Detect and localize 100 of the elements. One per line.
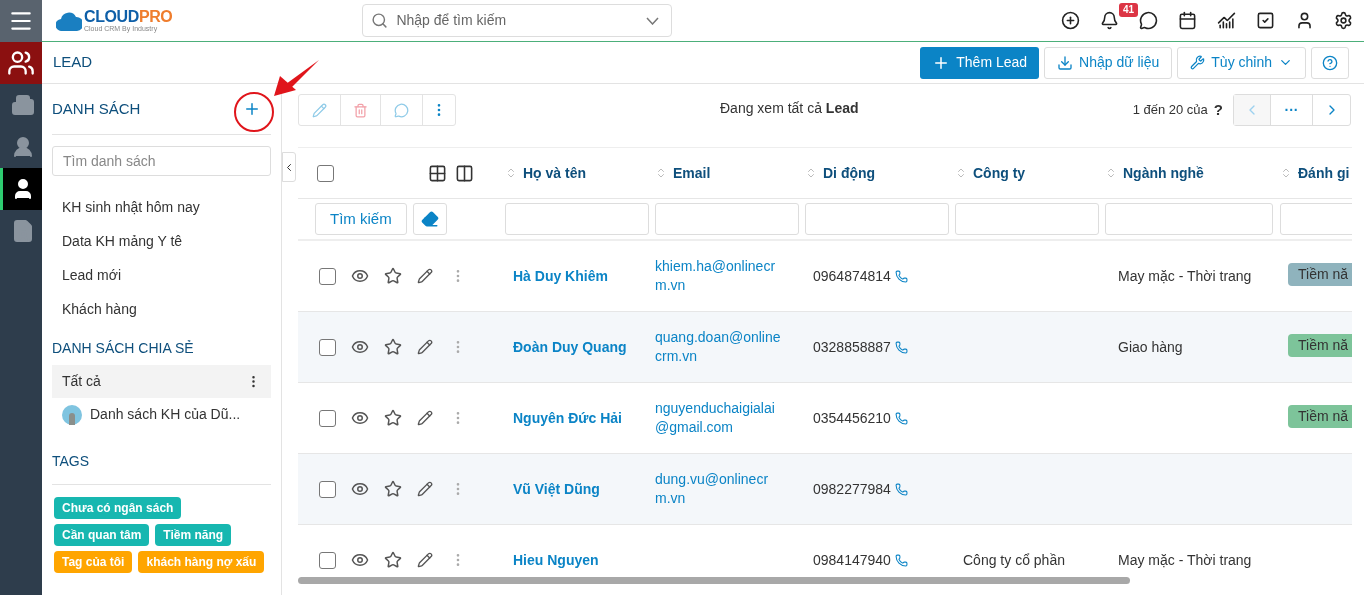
circle-annotation: [233, 91, 275, 133]
help-icon: [1322, 54, 1338, 71]
column-header[interactable]: Đánh gi: [1280, 162, 1352, 184]
filter-field[interactable]: [955, 203, 1099, 235]
column-header[interactable]: Email: [655, 162, 805, 184]
columns-icon[interactable]: [455, 163, 474, 183]
search-field[interactable]: Nhập để tìm kiếm: [396, 10, 639, 31]
logo-text: CLOUDPRO: [84, 9, 173, 25]
edit-icon[interactable]: [417, 481, 433, 497]
pencil-icon: [312, 102, 327, 118]
arrow-annotation: [272, 58, 322, 98]
viewing-label: Đang xem tất cả Lead: [720, 98, 859, 118]
cloud-icon: [56, 10, 82, 31]
view-icon[interactable]: [351, 267, 369, 285]
industry: May mặc - Thời trang: [1118, 551, 1252, 568]
add-icon: [1060, 11, 1080, 30]
star-icon[interactable]: [384, 409, 402, 427]
tag[interactable]: Chưa có ngân sách: [54, 497, 182, 519]
shared-list-item[interactable]: Tất cả: [52, 365, 271, 398]
phone-icon[interactable]: [894, 269, 908, 283]
tag[interactable]: Tiềm năng: [155, 524, 232, 546]
help-button[interactable]: [1311, 46, 1349, 79]
column-header[interactable]: Công ty: [955, 162, 1105, 184]
edit-icon[interactable]: [417, 552, 433, 568]
company-name: Công ty cổ phần: [963, 551, 1065, 568]
phone-icon[interactable]: [894, 482, 908, 496]
column-header[interactable]: Họ và tên: [505, 162, 655, 184]
phone-icon[interactable]: [894, 553, 908, 567]
list-item[interactable]: KH sinh nhật hôm nay: [52, 190, 271, 224]
checkbox-icon: [1255, 11, 1275, 30]
download-icon: [1057, 54, 1074, 71]
phone-number: 0328858887: [813, 337, 891, 357]
people-icon: [7, 49, 35, 77]
email-link[interactable]: khiem.ha@onlinecrm.vn: [655, 257, 781, 295]
chat-button[interactable]: [1137, 9, 1159, 32]
column-header[interactable]: Ngành nghề: [1105, 162, 1280, 184]
checkbox[interactable]: [319, 551, 336, 569]
menu-button[interactable]: [0, 0, 42, 42]
lead-name-link[interactable]: Vũ Việt Dũng: [513, 480, 600, 497]
filter-field[interactable]: [805, 203, 949, 235]
chat-icon: [1138, 11, 1158, 30]
rating-badge: Tiềm nă: [1288, 262, 1352, 286]
email-link[interactable]: nguyenduchaigialai@gmail.com: [655, 399, 781, 437]
column-header[interactable]: Di động: [805, 162, 955, 184]
rail-item[interactable]: [0, 168, 42, 210]
phone-icon[interactable]: [894, 340, 908, 354]
tag[interactable]: Cần quan tâm: [54, 524, 150, 546]
chevron-down-icon: [646, 16, 660, 25]
lead-name-link[interactable]: Đoàn Duy Quang: [513, 338, 627, 355]
phone-number: 0984147940: [813, 550, 891, 570]
search-icon: [371, 12, 389, 29]
industry: May mặc - Thời trang: [1118, 267, 1252, 284]
edit-icon[interactable]: [417, 410, 433, 426]
lead-name-link[interactable]: Hieu Nguyen: [513, 551, 599, 568]
checkbox[interactable]: [319, 338, 336, 356]
tags-heading: TAGS: [52, 451, 271, 485]
star-icon[interactable]: [384, 551, 402, 569]
import-button[interactable]: Nhập dữ liệu: [1044, 46, 1173, 79]
list-search-field[interactable]: Tìm danh sách: [52, 146, 271, 176]
edit-icon[interactable]: [417, 339, 433, 355]
star-icon[interactable]: [384, 267, 402, 285]
email-link[interactable]: quang.doan@onlinecrm.vn: [655, 328, 781, 366]
star-icon[interactable]: [384, 480, 402, 498]
add-button[interactable]: [1059, 9, 1081, 32]
checkbox[interactable]: [319, 267, 336, 285]
horizontal-scrollbar[interactable]: [298, 577, 1130, 584]
filter-field[interactable]: [505, 203, 649, 235]
checkbox[interactable]: [319, 480, 336, 498]
notification-badge: 41: [1119, 2, 1139, 17]
email-link[interactable]: dung.vu@onlinecrm.vn: [655, 470, 781, 508]
grid-view-icon[interactable]: [428, 163, 447, 183]
lead-name-link[interactable]: Nguyên Đức Hải: [513, 409, 622, 426]
trash-icon: [353, 102, 368, 118]
view-icon[interactable]: [351, 480, 369, 498]
bell-icon: [1099, 11, 1119, 30]
search-bar[interactable]: Nhập để tìm kiếm: [362, 4, 673, 37]
rating-badge: Tiềm nă: [1288, 333, 1352, 357]
list-item[interactable]: Lead mới: [52, 258, 271, 292]
lead-name-link[interactable]: Hà Duy Khiêm: [513, 267, 608, 284]
filter-field[interactable]: [655, 203, 799, 235]
page-title: LEAD: [53, 52, 93, 73]
filter-field[interactable]: [1105, 203, 1273, 235]
clear-filter-button[interactable]: [412, 203, 447, 235]
star-icon[interactable]: [384, 338, 402, 356]
phone-icon[interactable]: [894, 411, 908, 425]
search-button[interactable]: Tìm kiếm: [315, 203, 407, 235]
customize-button[interactable]: Tùy chỉnh: [1177, 46, 1306, 79]
list-item[interactable]: Data KH mảng Y tê: [52, 224, 271, 258]
view-icon[interactable]: [351, 551, 369, 569]
list-heading: DANH SÁCH: [52, 98, 141, 119]
avatar: [62, 404, 82, 425]
view-icon[interactable]: [351, 338, 369, 356]
checkbox[interactable]: [317, 164, 334, 182]
list-item[interactable]: Khách hàng: [52, 292, 271, 326]
edit-icon[interactable]: [417, 268, 433, 284]
module-button[interactable]: [0, 42, 42, 84]
calendar-icon: [1177, 11, 1197, 30]
checkbox[interactable]: [319, 409, 336, 427]
add-lead-button[interactable]: Thêm Lead: [920, 46, 1040, 79]
view-icon[interactable]: [351, 409, 369, 427]
